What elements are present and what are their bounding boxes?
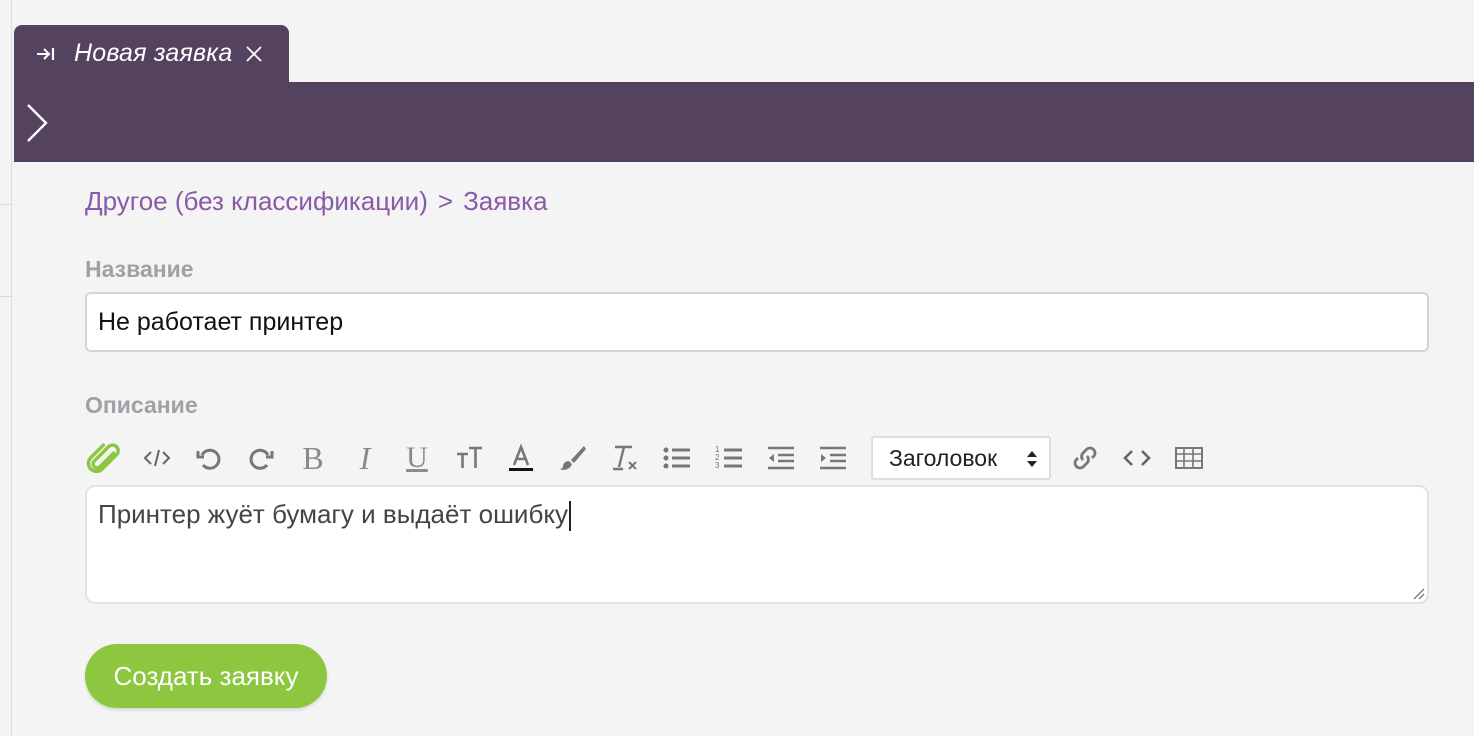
tab-new-ticket[interactable]: Новая заявка bbox=[14, 25, 289, 82]
undo-icon bbox=[196, 448, 221, 470]
italic-button[interactable]: I bbox=[345, 436, 385, 480]
code-icon bbox=[1123, 450, 1151, 466]
text-color-button[interactable] bbox=[501, 436, 541, 480]
pin-icon[interactable] bbox=[34, 42, 58, 66]
description-editor[interactable]: Принтер жуёт бумагу и выдаёт ошибку bbox=[85, 485, 1429, 604]
divider bbox=[0, 204, 12, 205]
heading-select-value: Заголовок bbox=[889, 444, 998, 471]
editor-toolbar: B I U 1 2 3 Заголовок bbox=[85, 434, 1221, 482]
paperclip-icon bbox=[86, 443, 120, 474]
select-arrows-icon bbox=[1027, 451, 1037, 467]
undo-button[interactable] bbox=[189, 436, 229, 480]
attach-button[interactable] bbox=[85, 436, 125, 480]
code-tag-icon bbox=[143, 449, 171, 467]
text-caret bbox=[569, 501, 572, 532]
table-icon bbox=[1175, 447, 1203, 469]
redo-icon bbox=[249, 448, 274, 470]
name-label: Название bbox=[85, 256, 194, 282]
resize-handle-icon[interactable] bbox=[1411, 586, 1425, 600]
chevron-right-icon[interactable] bbox=[24, 102, 52, 144]
code-view-button[interactable] bbox=[137, 436, 177, 480]
paint-brush-icon bbox=[560, 446, 586, 470]
left-panel-edge bbox=[0, 0, 12, 736]
name-input[interactable]: Не работает принтер bbox=[85, 292, 1429, 352]
divider bbox=[0, 296, 12, 297]
breadcrumb-separator: > bbox=[437, 186, 454, 216]
background-color-button[interactable] bbox=[553, 436, 593, 480]
svg-text:3: 3 bbox=[715, 461, 720, 470]
numbered-list-button[interactable]: 1 2 3 bbox=[709, 436, 749, 480]
clear-format-icon bbox=[613, 445, 637, 471]
bold-button[interactable]: B bbox=[293, 436, 333, 480]
tab-title: Новая заявка bbox=[74, 39, 233, 67]
font-size-icon bbox=[457, 446, 482, 468]
bullet-list-button[interactable] bbox=[657, 436, 697, 480]
font-size-button[interactable] bbox=[449, 436, 489, 480]
breadcrumb-category[interactable]: Другое (без классификации) bbox=[85, 186, 428, 217]
code-inline-button[interactable] bbox=[1117, 436, 1157, 480]
indent-button[interactable] bbox=[813, 436, 853, 480]
description-text: Принтер жуёт бумагу и выдаёт ошибку bbox=[98, 499, 569, 529]
table-button[interactable] bbox=[1169, 436, 1209, 480]
heading-select[interactable]: Заголовок bbox=[871, 436, 1051, 480]
breadcrumb: Другое (без классификации) > Заявка bbox=[85, 186, 548, 217]
numbered-list-icon: 1 2 3 bbox=[715, 445, 742, 470]
link-icon bbox=[1073, 446, 1097, 470]
create-ticket-button[interactable]: Создать заявку bbox=[85, 644, 327, 708]
header-bar bbox=[14, 82, 1474, 162]
indent-icon bbox=[820, 446, 846, 470]
clear-format-button[interactable] bbox=[605, 436, 645, 480]
text-color-icon bbox=[509, 443, 533, 471]
bullet-list-icon bbox=[663, 447, 690, 469]
redo-button[interactable] bbox=[241, 436, 281, 480]
description-label: Описание bbox=[85, 392, 198, 418]
outdent-button[interactable] bbox=[761, 436, 801, 480]
link-button[interactable] bbox=[1065, 436, 1105, 480]
outdent-icon bbox=[768, 446, 794, 470]
underline-button[interactable]: U bbox=[397, 436, 437, 480]
close-icon[interactable] bbox=[244, 44, 264, 64]
main-content: Другое (без классификации) > Заявка Назв… bbox=[14, 162, 1474, 736]
breadcrumb-current[interactable]: Заявка bbox=[463, 186, 547, 217]
